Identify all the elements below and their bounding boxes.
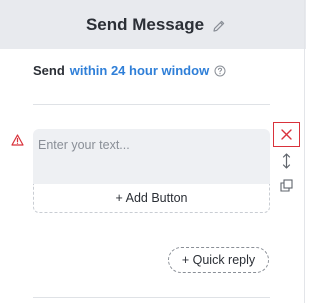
warning-triangle-icon	[11, 133, 24, 146]
question-circle-icon[interactable]	[214, 65, 226, 77]
divider	[33, 297, 270, 298]
message-text-input[interactable]	[38, 135, 263, 155]
quick-reply-button[interactable]: + Quick reply	[168, 247, 269, 273]
pencil-icon[interactable]	[212, 19, 226, 33]
delete-block-button[interactable]	[273, 122, 300, 147]
close-icon	[281, 129, 292, 140]
header: Send Message	[0, 0, 306, 49]
move-vertical-icon[interactable]	[280, 152, 293, 170]
message-text-box	[33, 129, 270, 184]
divider	[33, 104, 270, 105]
send-label: Send	[33, 63, 65, 78]
panel-border	[304, 0, 305, 303]
send-window-row: Send within 24 hour window	[33, 63, 226, 78]
page-title: Send Message	[85, 14, 205, 34]
copy-icon[interactable]	[280, 179, 293, 192]
send-message-panel: Send Message Send within 24 hour window	[0, 0, 306, 303]
send-window-link[interactable]: within 24 hour window	[70, 63, 209, 78]
add-button[interactable]: + Add Button	[33, 184, 270, 213]
